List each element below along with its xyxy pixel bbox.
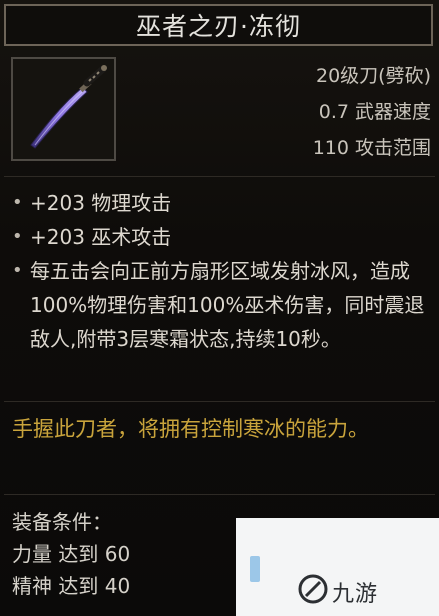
sorcery-attack: +203 巫术攻击: [30, 225, 172, 249]
item-tooltip: 巫者之刃·冻彻 20级刀(劈砍) 0.7 武器速度 110 攻击范围 • +20…: [0, 0, 439, 616]
watermark-text: 九游: [332, 582, 379, 607]
physical-attack: +203 物理攻击: [30, 191, 172, 215]
bullet-icon: •: [12, 260, 23, 281]
divider: [4, 176, 435, 177]
attribute-line: • 每五击会向正前方扇形区域发射冰风，造成100%物理伤害和100%巫术伤害，同…: [12, 254, 432, 356]
special-effect: 每五击会向正前方扇形区域发射冰风，造成100%物理伤害和100%巫术伤害，同时震…: [30, 259, 425, 351]
requirement-strength: 力量 达到 60: [12, 542, 131, 566]
requirement-spirit: 精神 达到 40: [12, 574, 131, 598]
flavor-text: 手握此刀者，将拥有控制寒冰的能力。: [12, 417, 369, 441]
requirements: 装备条件： 力量 达到 60 精神 达到 40: [12, 506, 252, 602]
nine-game-logo-icon: [298, 574, 328, 604]
item-title: 巫者之刃·冻彻: [136, 12, 301, 41]
requirements-header: 装备条件：: [12, 510, 112, 534]
item-icon-slot[interactable]: [11, 57, 116, 161]
bullet-icon: •: [12, 192, 23, 213]
attribute-line: • +203 物理攻击: [12, 186, 432, 220]
divider: [4, 494, 435, 495]
divider: [4, 401, 435, 402]
watermark: 九游: [236, 518, 439, 616]
watermark-fragment: [250, 556, 260, 582]
bullet-icon: •: [12, 226, 23, 247]
purple-blade-icon: [30, 65, 107, 149]
item-stats: 20级刀(劈砍) 0.7 武器速度 110 攻击范围: [191, 58, 431, 166]
attack-range: 110 攻击范围: [312, 137, 431, 159]
item-attributes: • +203 物理攻击 • +203 巫术攻击 • 每五击会向正前方扇形区域发射…: [12, 186, 432, 356]
attribute-line: • +203 巫术攻击: [12, 220, 432, 254]
item-title-bar: 巫者之刃·冻彻: [4, 4, 433, 46]
weapon-type: 20级刀(劈砍): [315, 65, 431, 87]
weapon-speed: 0.7 武器速度: [318, 101, 431, 123]
